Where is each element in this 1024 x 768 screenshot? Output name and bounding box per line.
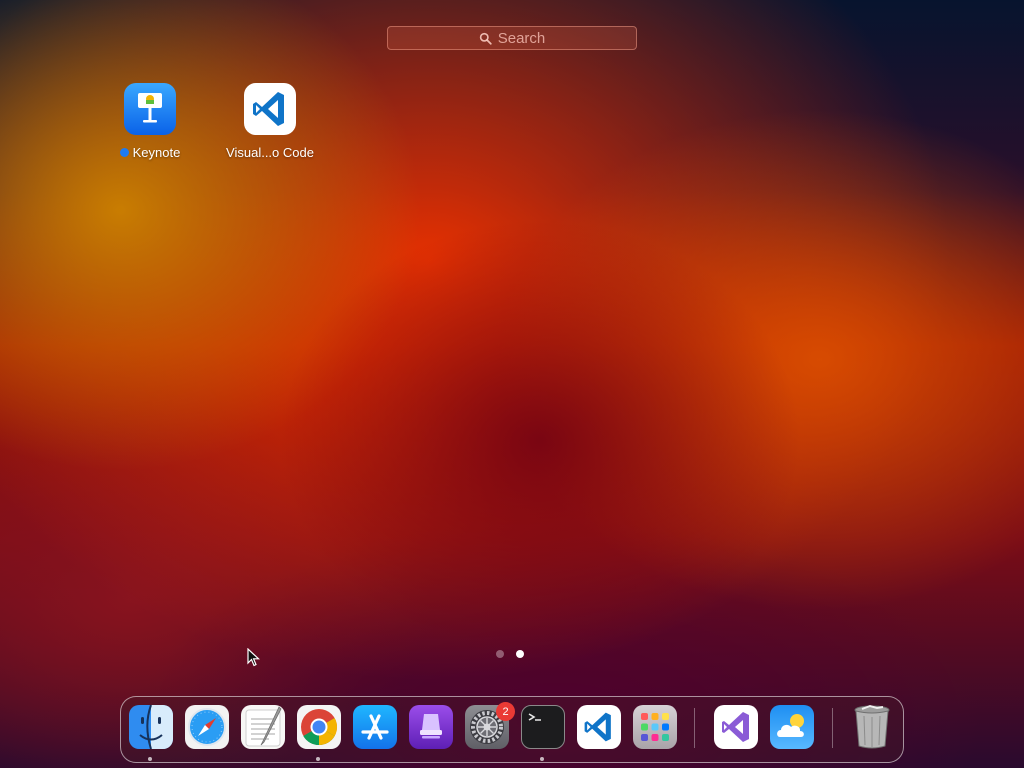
- app-label: Visual...o Code: [215, 145, 325, 160]
- safari-icon[interactable]: [185, 705, 229, 749]
- page-dot-1[interactable]: [496, 650, 504, 658]
- visual-studio-icon[interactable]: [714, 705, 758, 749]
- launchpad-icon[interactable]: [633, 705, 677, 749]
- purple-app-icon[interactable]: [409, 705, 453, 749]
- app-name-vscode: Visual...o Code: [226, 145, 314, 160]
- vscode-icon: [244, 83, 296, 135]
- finder-icon[interactable]: [129, 705, 173, 749]
- notification-badge: 2: [496, 702, 515, 721]
- dock-separator: [694, 708, 695, 748]
- search-icon: [479, 32, 492, 45]
- vscode-icon[interactable]: [577, 705, 621, 749]
- app-name-keynote: Keynote: [132, 145, 181, 160]
- search-placeholder: Search: [497, 29, 546, 47]
- running-indicator: [148, 757, 152, 761]
- keynote-icon: [124, 83, 176, 135]
- trash-icon[interactable]: [850, 703, 894, 751]
- dock-separator: [832, 708, 833, 748]
- app-visual-studio-code[interactable]: Visual...o Code: [215, 83, 325, 160]
- weather-icon[interactable]: [770, 705, 814, 749]
- terminal-icon[interactable]: [521, 705, 565, 749]
- mouse-pointer-icon: [247, 648, 261, 668]
- app-keynote[interactable]: Keynote: [95, 83, 205, 160]
- launchpad-search-field[interactable]: Search: [387, 26, 637, 50]
- chrome-icon[interactable]: [297, 705, 341, 749]
- page-indicator: [496, 650, 524, 658]
- running-indicator: [316, 757, 320, 761]
- running-indicator: [540, 757, 544, 761]
- app-label: Keynote: [95, 145, 205, 160]
- textedit-icon[interactable]: [241, 705, 285, 749]
- page-dot-2-current[interactable]: [516, 650, 524, 658]
- new-app-dot: [119, 148, 129, 157]
- app-store-icon[interactable]: [353, 705, 397, 749]
